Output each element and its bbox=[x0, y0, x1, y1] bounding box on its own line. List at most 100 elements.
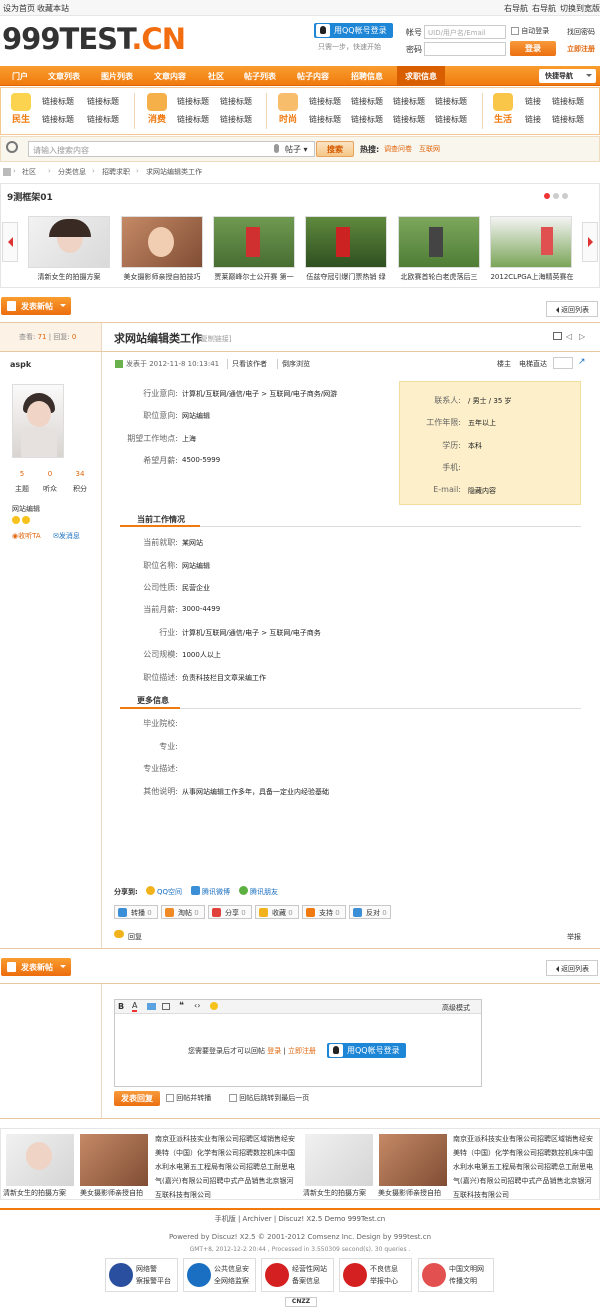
recommend-caption[interactable]: 清新女生的拍摄方案 bbox=[303, 1188, 366, 1198]
link-title[interactable]: 链接标题 bbox=[42, 96, 74, 107]
link-title[interactable]: 链接标题 bbox=[309, 114, 341, 125]
recommend-caption[interactable]: 清新女生的拍摄方案 bbox=[3, 1188, 66, 1198]
qq-login-button[interactable]: 用QQ帐号登录 bbox=[314, 23, 393, 38]
nav-item-community[interactable]: 社区 bbox=[208, 71, 224, 82]
nav-item-recruit[interactable]: 招聘信息 bbox=[351, 71, 383, 82]
oppose-button[interactable]: 反对 0 bbox=[349, 905, 391, 919]
search-scope-select[interactable]: 帖子 ▾ bbox=[285, 144, 308, 155]
quote-icon[interactable]: ❝ bbox=[179, 1001, 184, 1011]
category-xiaofei[interactable]: 消费 bbox=[141, 91, 173, 129]
breadcrumb-item[interactable]: 招聘求职 bbox=[102, 167, 130, 177]
submit-reply-button[interactable]: 发表回复 bbox=[114, 1091, 160, 1106]
slide-thumbnail[interactable] bbox=[490, 216, 572, 268]
register-link[interactable]: 立即注册 bbox=[567, 44, 595, 54]
report-center-badge[interactable]: 不良信息 举报中心 bbox=[339, 1258, 412, 1292]
quick-nav-dropdown[interactable]: 快捷导航 bbox=[539, 69, 596, 83]
slide-caption[interactable]: 伍兹夺冠引爆门票热销 绿 bbox=[301, 272, 391, 282]
new-post-button[interactable]: 发表新帖 bbox=[1, 958, 71, 976]
link-title[interactable]: 链接标题 bbox=[177, 114, 209, 125]
slider-prev-arrow[interactable] bbox=[2, 222, 18, 262]
link-title[interactable]: 链接标题 bbox=[393, 96, 425, 107]
link-title[interactable]: 链接标题 bbox=[552, 96, 584, 107]
back-to-list-button[interactable]: 返回列表 bbox=[546, 301, 598, 317]
link-title[interactable]: 链接标题 bbox=[177, 96, 209, 107]
link-title[interactable]: 链接标题 bbox=[393, 114, 425, 125]
site-logo[interactable]: 999TEST.CN bbox=[2, 22, 186, 56]
slide-caption[interactable]: 北欧赛首轮白老虎落后三 bbox=[394, 272, 484, 282]
set-home-link[interactable]: 设为首页 bbox=[3, 3, 35, 14]
recommend-thumbnail[interactable] bbox=[80, 1134, 148, 1186]
slide-caption[interactable]: 美女摄影师亲授自拍技巧 bbox=[117, 272, 207, 282]
civilization-badge[interactable]: 中国文明网 传播文明 bbox=[418, 1258, 494, 1292]
footer-link[interactable]: 手机版 bbox=[215, 1215, 236, 1223]
jump-floor-input[interactable] bbox=[553, 357, 573, 369]
author-name[interactable]: aspk bbox=[10, 360, 31, 369]
nav-item-article-content[interactable]: 文章内容 bbox=[154, 71, 186, 82]
smiley-icon[interactable] bbox=[210, 1002, 218, 1010]
link-title[interactable]: 链接标题 bbox=[220, 114, 252, 125]
slide-caption[interactable]: 2012CLPGA上海精英赛在 bbox=[487, 272, 577, 282]
slide-thumbnail[interactable] bbox=[398, 216, 480, 268]
go-icon[interactable]: ↗ bbox=[578, 357, 586, 367]
editor-register-link[interactable]: 立即注册 bbox=[288, 1047, 316, 1055]
share-tencent-weibo[interactable]: 腾讯微博 bbox=[202, 887, 230, 897]
forward-reply-checkbox[interactable]: 回帖并转播 bbox=[166, 1093, 211, 1103]
only-author-link[interactable]: 只看该作者 bbox=[227, 359, 267, 369]
follow-button[interactable]: ◉收听TA bbox=[12, 531, 41, 541]
qzone-icon[interactable] bbox=[146, 886, 155, 895]
reverse-order-link[interactable]: 倒序浏览 bbox=[277, 359, 310, 369]
share-tencent-friend[interactable]: 腾讯朋友 bbox=[250, 887, 278, 897]
right-nav-link-1[interactable]: 右导航 bbox=[504, 3, 528, 14]
auto-login-checkbox[interactable]: 自动登录 bbox=[511, 26, 549, 36]
business-badge[interactable]: 经营性网站 备案信息 bbox=[261, 1258, 334, 1292]
recommend-thumbnail[interactable] bbox=[305, 1134, 373, 1186]
avatar[interactable] bbox=[12, 384, 64, 458]
slide-caption[interactable]: 贾莱巅峰尔士公开赛 第一 bbox=[209, 272, 299, 282]
recommend-thumbnail[interactable] bbox=[6, 1134, 74, 1186]
slide-caption[interactable]: 清新女生的拍摄方案 bbox=[24, 272, 114, 282]
footer-link[interactable]: Archiver bbox=[243, 1215, 272, 1223]
password-input[interactable] bbox=[424, 42, 506, 56]
link-title[interactable]: 链接标题 bbox=[309, 96, 341, 107]
link-title[interactable]: 链接标题 bbox=[435, 96, 467, 107]
link-title[interactable]: 链接标题 bbox=[220, 96, 252, 107]
link-title[interactable]: 链接标题 bbox=[351, 96, 383, 107]
slide-dot[interactable] bbox=[562, 193, 568, 199]
code-icon[interactable]: ‹› bbox=[194, 1001, 200, 1010]
collect-thread-button[interactable]: 淘帖 0 bbox=[161, 905, 205, 919]
prev-thread-icon[interactable]: ◁ bbox=[566, 332, 572, 341]
report-link[interactable]: 举报 bbox=[567, 932, 581, 942]
table-icon[interactable] bbox=[162, 1003, 170, 1010]
new-post-button[interactable]: 发表新帖 bbox=[1, 297, 71, 315]
cnzz-badge[interactable]: CNZZ bbox=[285, 1297, 317, 1307]
slide-thumbnail[interactable] bbox=[305, 216, 387, 268]
nav-item-picture-list[interactable]: 图片列表 bbox=[101, 71, 133, 82]
forward-button[interactable]: 转播 0 bbox=[114, 905, 158, 919]
share-qzone[interactable]: QQ空间 bbox=[157, 887, 182, 897]
footer-link[interactable]: Discuz! X2.5 Demo 999Test.cn bbox=[278, 1215, 385, 1223]
copy-link[interactable]: [复制链接] bbox=[198, 334, 231, 344]
right-nav-link-2[interactable]: 右导航 bbox=[532, 3, 556, 14]
recommend-caption[interactable]: 美女摄影师亲授自拍 bbox=[378, 1188, 441, 1198]
recommend-text[interactable]: 南京亚派科技实业有限公司招聘区域销售经安美特（中国）化学有限公司招聘数控机床中国… bbox=[155, 1132, 300, 1202]
tencent-friend-icon[interactable] bbox=[239, 886, 248, 895]
forgot-password-link[interactable]: 找回密码 bbox=[567, 27, 595, 37]
qq-login-button[interactable]: 用QQ帐号登录 bbox=[327, 1043, 406, 1058]
breadcrumb-item[interactable]: 社区 bbox=[22, 167, 36, 177]
bold-icon[interactable]: B bbox=[118, 1002, 124, 1011]
nav-item-article-list[interactable]: 文章列表 bbox=[48, 71, 80, 82]
bookmark-link[interactable]: 收藏本站 bbox=[37, 3, 69, 14]
slide-thumbnail[interactable] bbox=[213, 216, 295, 268]
reply-link[interactable]: 回复 bbox=[128, 932, 142, 942]
link-title[interactable]: 链接标题 bbox=[552, 114, 584, 125]
slide-thumbnail[interactable] bbox=[28, 216, 110, 268]
share-button[interactable]: 分享 0 bbox=[208, 905, 252, 919]
jump-last-page-checkbox[interactable]: 回帖后跳转到最后一页 bbox=[229, 1093, 309, 1103]
slide-dot[interactable] bbox=[553, 193, 559, 199]
breadcrumb-item[interactable]: 分类信息 bbox=[58, 167, 86, 177]
slide-thumbnail[interactable] bbox=[121, 216, 203, 268]
back-to-list-button[interactable]: 返回列表 bbox=[546, 960, 598, 976]
recommend-caption[interactable]: 美女摄影师亲授自拍 bbox=[80, 1188, 143, 1198]
link-title[interactable]: 链接标题 bbox=[87, 96, 119, 107]
search-button[interactable]: 搜索 bbox=[316, 141, 354, 157]
